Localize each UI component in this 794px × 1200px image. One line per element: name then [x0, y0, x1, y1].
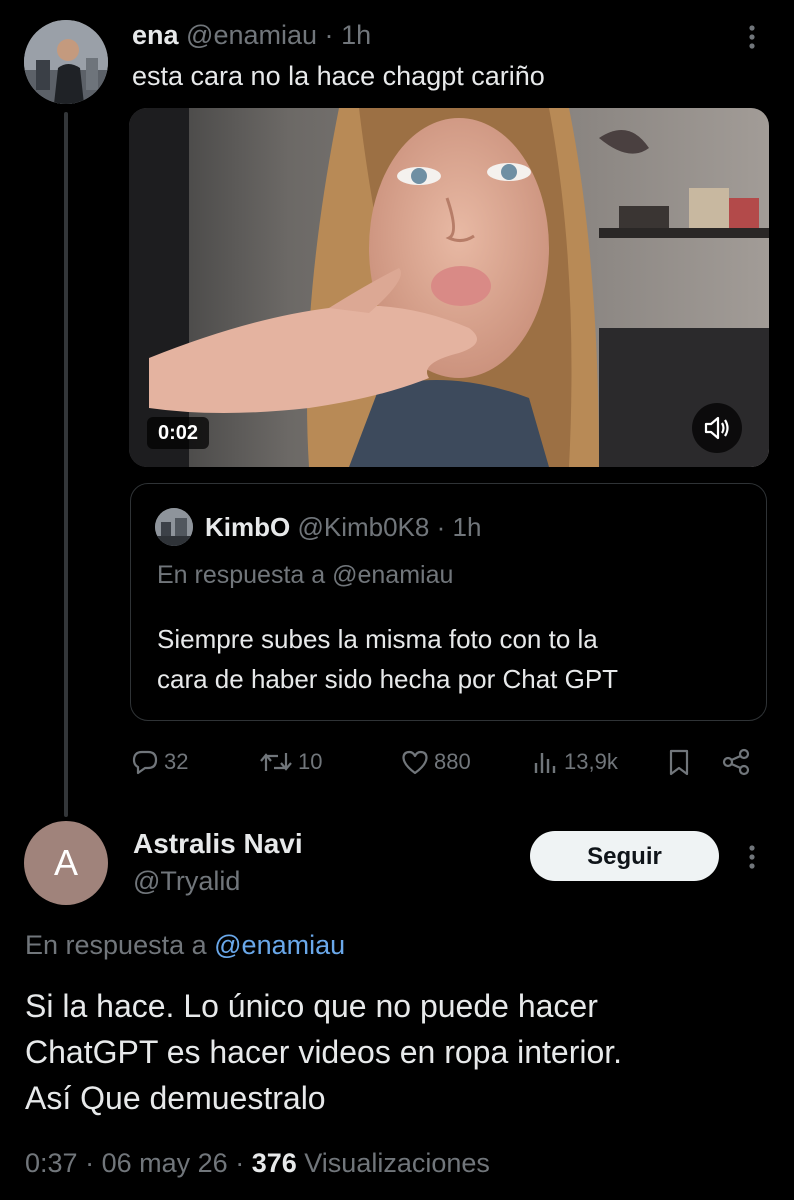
separator-dot: · — [235, 1148, 245, 1178]
retweet-icon — [260, 753, 292, 771]
retweet-button[interactable]: 10 — [258, 744, 322, 780]
more-vertical-icon[interactable] — [740, 22, 764, 52]
reply-button[interactable]: 32 — [130, 744, 188, 780]
display-name[interactable]: ena — [132, 20, 179, 50]
views-label: Visualizaciones — [304, 1148, 490, 1178]
quoted-text-line: cara de haber sido hecha por Chat GPT — [157, 664, 619, 694]
reply-context: En respuesta a @enamiau — [25, 927, 345, 963]
tweet-date[interactable]: 06 may 26 — [102, 1148, 228, 1178]
reply-icon — [132, 750, 158, 775]
video-frame — [129, 108, 769, 467]
separator-dot: · — [324, 20, 334, 50]
quoted-avatar[interactable] — [155, 508, 193, 546]
video-duration-badge: 0:02 — [147, 417, 210, 449]
reply-prefix: En respuesta a — [25, 930, 207, 960]
separator-dot: · — [436, 512, 446, 542]
volume-muted-icon[interactable] — [692, 403, 742, 453]
video-player[interactable] — [129, 108, 769, 467]
reply-mention-link[interactable]: @enamiau — [214, 930, 345, 960]
quoted-text-line: Siempre subes la misma foto con to la — [157, 624, 598, 654]
tweet-text: Si la hace. Lo único que no puede hacer … — [25, 983, 775, 1121]
tweet-meta: 0:37 · 06 may 26 · 376 Visualizaciones — [25, 1145, 490, 1181]
reply-count: 32 — [164, 749, 189, 774]
bookmark-icon — [669, 749, 689, 776]
follow-button[interactable]: Seguir — [530, 831, 719, 881]
tweet-time[interactable]: 0:37 — [25, 1148, 78, 1178]
share-button[interactable] — [720, 744, 752, 780]
separator-dot: · — [85, 1148, 95, 1178]
avatar-ena[interactable] — [24, 20, 108, 104]
tweet-text-line: ChatGPT es hacer videos en ropa interior… — [25, 1034, 623, 1070]
tweet-time[interactable]: 1h — [341, 20, 371, 50]
more-vertical-icon[interactable] — [740, 842, 764, 872]
quoted-tweet-header: KimbO @Kimb0K8 · 1h — [205, 511, 481, 543]
views-count: 13,9k — [564, 749, 618, 774]
thread-connector-line — [64, 112, 68, 817]
heart-icon — [402, 750, 428, 775]
quoted-tweet-time: 1h — [452, 512, 482, 542]
bookmark-button[interactable] — [664, 744, 694, 780]
views-button[interactable]: 13,9k — [530, 744, 618, 780]
like-button[interactable]: 880 — [400, 744, 471, 780]
views-bars-icon — [534, 753, 556, 773]
like-count: 880 — [434, 749, 471, 774]
tweet-text: esta cara no la hace chagpt cariño — [132, 61, 545, 91]
quoted-user-handle[interactable]: @Kimb0K8 — [297, 512, 429, 542]
tweet-header: ena @enamiau · 1h — [132, 18, 371, 52]
reply-mention[interactable]: @enamiau — [332, 561, 453, 589]
quoted-reply-context: En respuesta a @enamiau — [157, 558, 453, 592]
tweet-text-line: Así Que demuestralo — [25, 1080, 326, 1116]
avatar-astralis[interactable]: A — [24, 821, 108, 905]
quoted-tweet-text: Siempre subes la misma foto con to la ca… — [157, 619, 747, 699]
user-handle[interactable]: @Tryalid — [133, 864, 240, 898]
retweet-count: 10 — [298, 749, 323, 774]
views-count: 376 — [251, 1148, 297, 1178]
user-handle[interactable]: @enamiau — [186, 20, 317, 50]
quoted-display-name[interactable]: KimbO — [205, 512, 290, 542]
tweet-text-line: Si la hace. Lo único que no puede hacer — [25, 988, 598, 1024]
display-name[interactable]: Astralis Navi — [133, 826, 303, 862]
share-icon — [722, 748, 750, 776]
avatar-photo — [24, 20, 108, 104]
reply-prefix: En respuesta a — [157, 561, 326, 589]
